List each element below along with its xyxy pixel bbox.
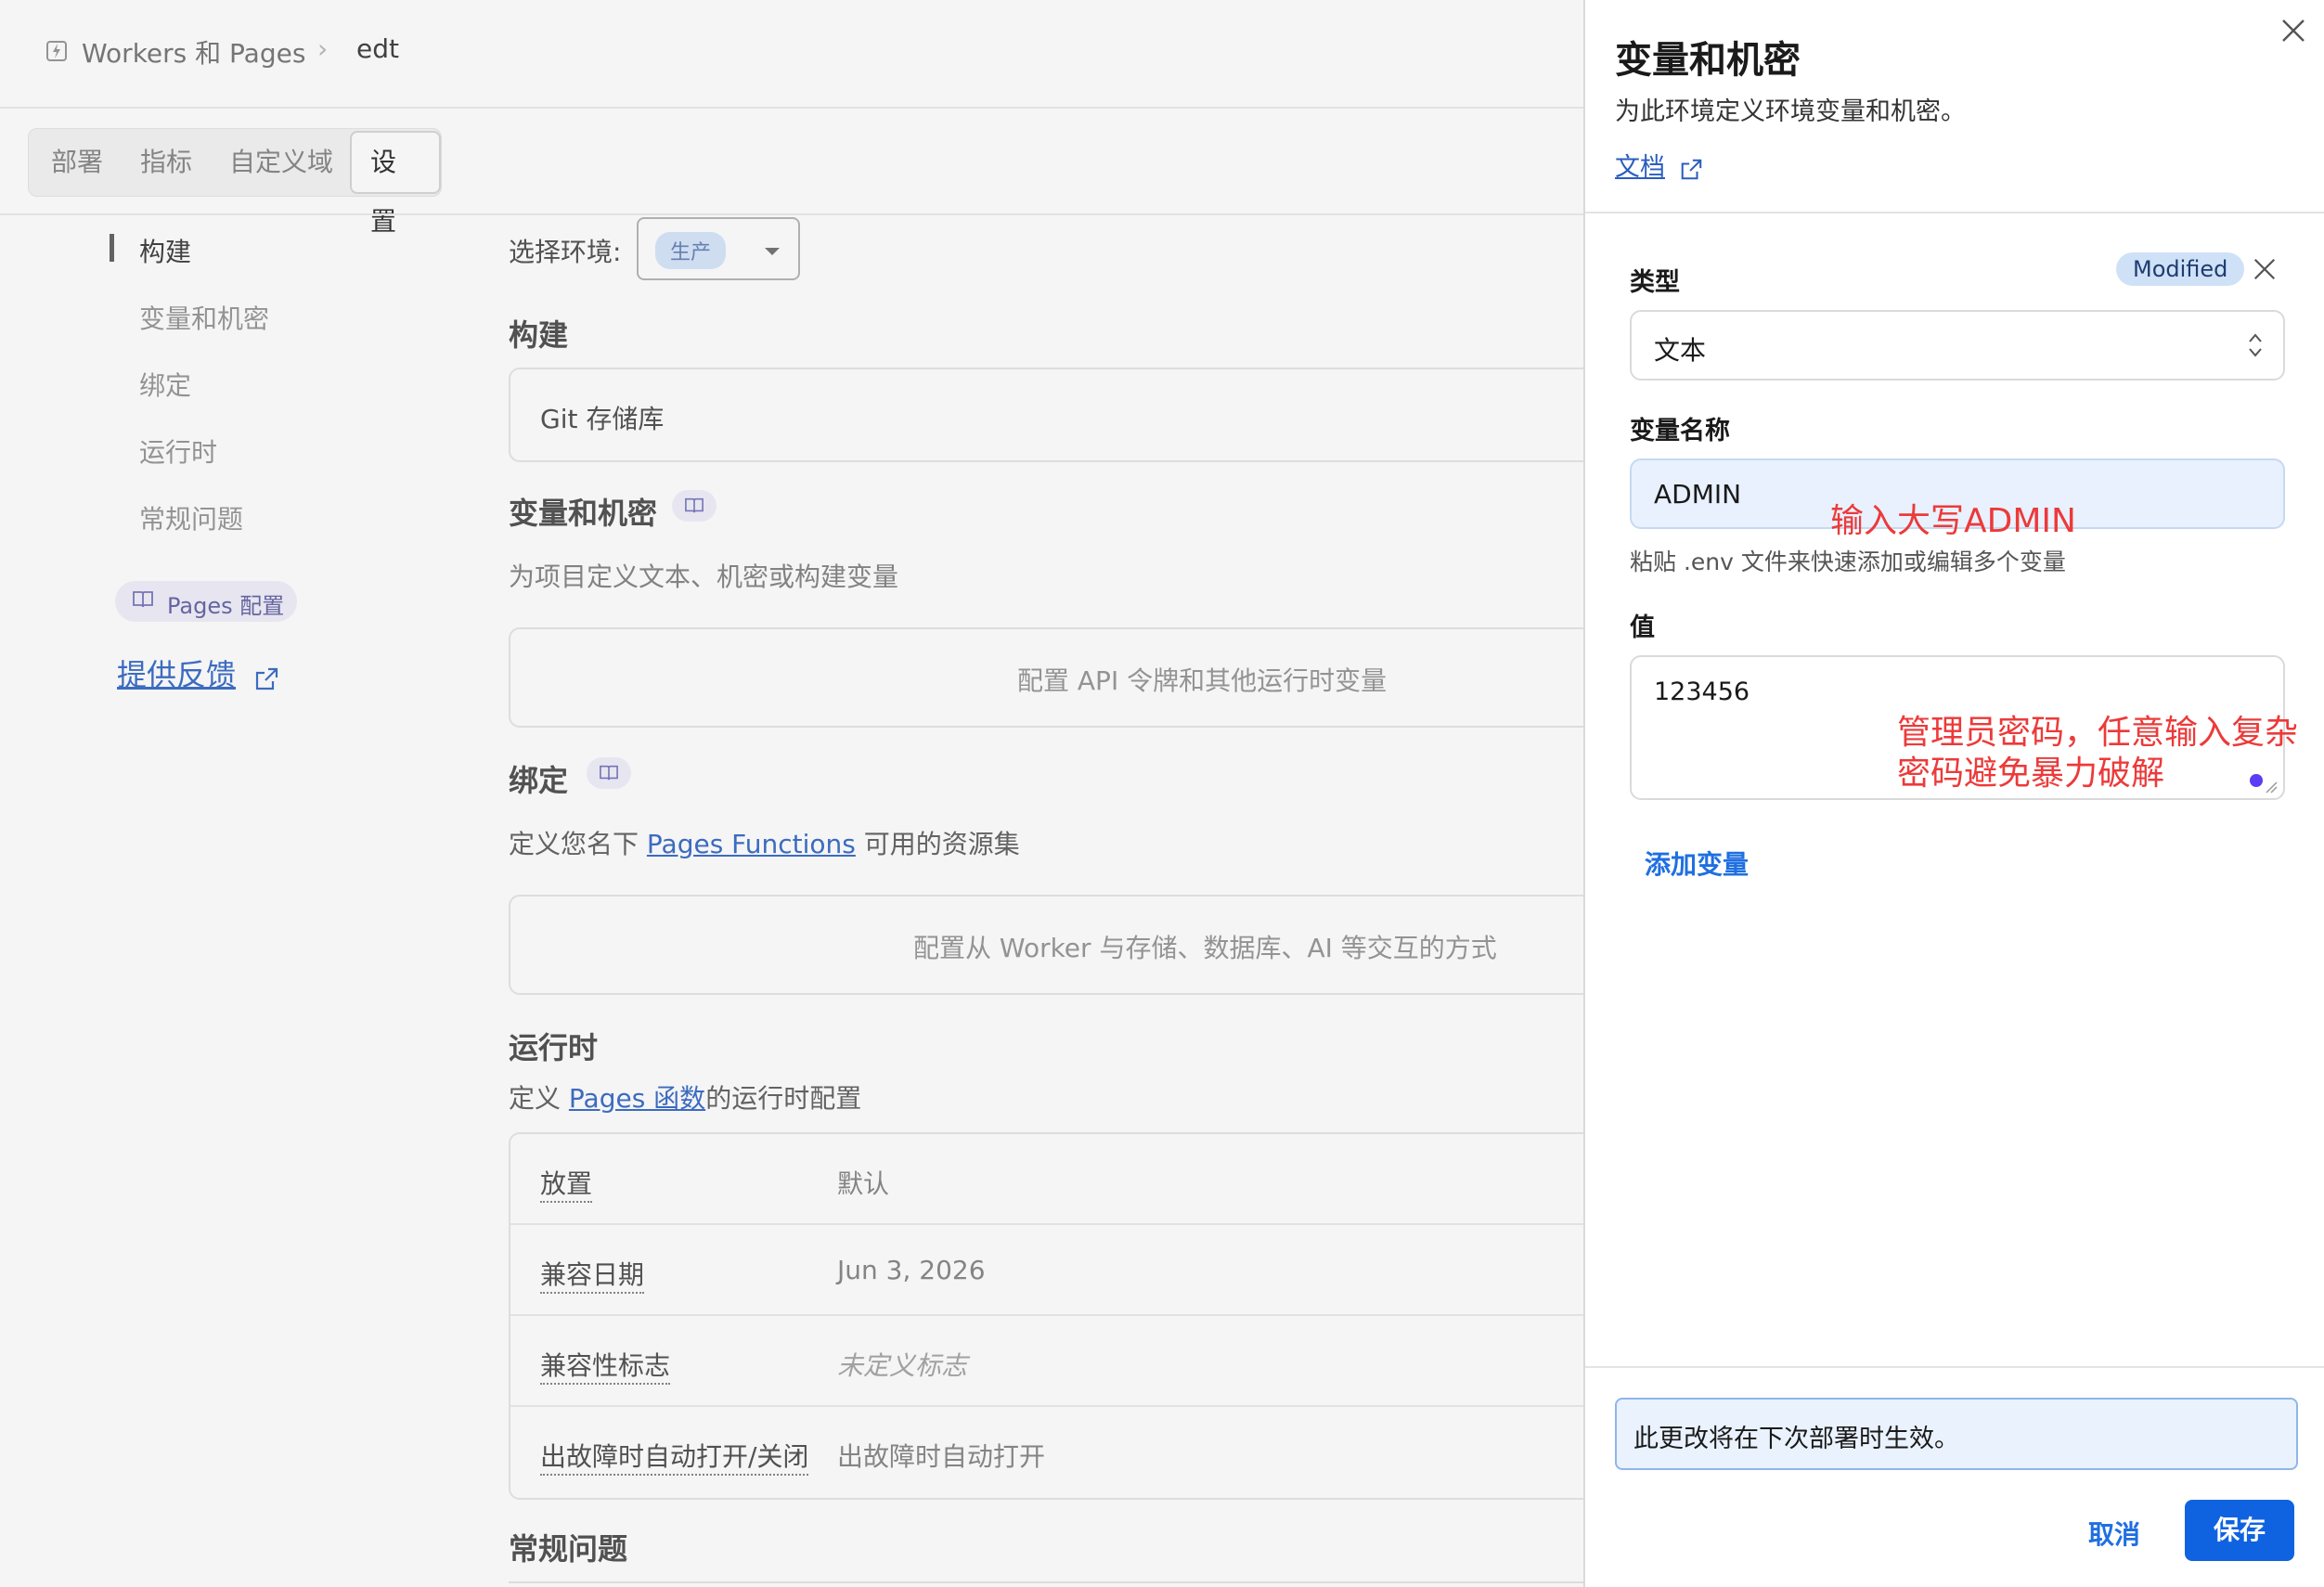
feedback-link[interactable]: 提供反馈 (117, 652, 279, 696)
deploy-info-banner: 此更改将在下次部署时生效。 (1615, 1398, 2298, 1470)
variable-name-label: 变量名称 (1630, 417, 1730, 445)
tab-custom-domains[interactable]: 自定义域 (229, 129, 333, 196)
drawer-header-divider (1585, 212, 2324, 213)
bindings-empty-card[interactable]: 配置从 Worker 与存储、数据库、AI 等交互的方式 (509, 895, 1583, 995)
vars-description: 为项目定义文本、机密或构建变量 (509, 561, 899, 592)
general-section-title: 常规问题 (509, 1531, 628, 1567)
tabs-divider (0, 213, 1583, 215)
breadcrumb-separator-icon: › (317, 33, 329, 64)
bindings-empty-text: 配置从 Worker 与存储、数据库、AI 等交互的方式 (913, 933, 1497, 963)
add-variable-button[interactable]: 添加变量 (1645, 845, 1749, 882)
tab-metrics[interactable]: 指标 (140, 129, 192, 196)
resize-handle-icon[interactable] (2265, 780, 2278, 797)
vars-empty-card[interactable]: 配置 API 令牌和其他运行时变量 (509, 627, 1583, 728)
nav-item-runtime[interactable]: 运行时 (139, 432, 217, 470)
build-section-title: 构建 (509, 317, 569, 353)
settings-page: Workers 和 Pages › edt 部署 指标 自定义域 设置 构建 变… (0, 0, 1583, 1587)
breadcrumb-app-link[interactable]: Workers 和 Pages (82, 33, 305, 71)
header-divider (0, 107, 1583, 109)
nav-item-vars-secrets[interactable]: 变量和机密 (139, 299, 269, 336)
runtime-desc-pre: 定义 (509, 1083, 569, 1114)
bindings-docs-icon[interactable] (587, 757, 631, 789)
pages-config-pill[interactable]: Pages 配置 (115, 581, 297, 622)
runtime-desc-post: 的运行时配置 (705, 1083, 862, 1114)
breadcrumb-project: edt (356, 33, 399, 64)
save-button[interactable]: 保存 (2185, 1500, 2294, 1561)
env-paste-hint: 粘贴 .env 文件来快速添加或编辑多个变量 (1630, 548, 2066, 575)
row-value: 未定义标志 (837, 1350, 968, 1381)
tab-deployments[interactable]: 部署 (51, 129, 103, 196)
drawer-subtitle: 为此环境定义环境变量和机密。 (1615, 97, 1966, 126)
table-row[interactable]: 出故障时自动打开/关闭 出故障时自动打开 (510, 1407, 1583, 1496)
git-repo-label: Git 存储库 (540, 404, 665, 434)
env-select-value: 生产 (655, 232, 727, 269)
row-value: 出故障时自动打开 (837, 1441, 1046, 1472)
workers-logo-icon (45, 39, 69, 63)
bindings-description: 定义您名下 Pages Functions 可用的资源集 (509, 824, 1020, 861)
runtime-section-title: 运行时 (509, 1030, 599, 1065)
remove-variable-close-icon[interactable] (2252, 256, 2278, 286)
value-annotation-line2: 密码避免暴力破解 (1897, 755, 2165, 793)
nav-item-bindings[interactable]: 绑定 (139, 366, 191, 403)
runtime-description: 定义 Pages 函数的运行时配置 (509, 1078, 861, 1116)
tab-settings[interactable]: 设置 (350, 131, 441, 237)
chevron-down-icon (763, 243, 781, 261)
bindings-desc-pre: 定义您名下 (509, 829, 647, 859)
runtime-table: 放置 默认 兼容日期 Jun 3, 2026 兼容性标志 未定义标志 出故障时自… (509, 1132, 1583, 1500)
row-value: Jun 3, 2026 (837, 1255, 986, 1285)
nav-item-general[interactable]: 常规问题 (139, 499, 243, 536)
vars-section-title: 变量和机密 (509, 496, 658, 531)
nav-item-build[interactable]: 构建 (139, 232, 191, 269)
variable-name-value: ADMIN (1654, 479, 1742, 510)
bindings-desc-post: 可用的资源集 (855, 829, 1020, 859)
env-select-label: 选择环境: (509, 237, 622, 267)
row-label: 兼容日期 (540, 1255, 645, 1294)
cancel-button[interactable]: 取消 (2088, 1515, 2140, 1552)
type-select[interactable]: 文本 (1630, 310, 2285, 381)
tab-bar: 部署 指标 自定义域 设置 (28, 128, 442, 237)
env-select[interactable]: 生产 (637, 217, 800, 280)
password-manager-dot-icon (2250, 774, 2263, 787)
drawer-footer-divider (1585, 1366, 2324, 1368)
deploy-info-text: 此更改将在下次部署时生效。 (1633, 1425, 1959, 1453)
external-link-icon (253, 666, 279, 696)
table-row[interactable]: 兼容性标志 未定义标志 (510, 1316, 1583, 1405)
pages-functions-cn-link[interactable]: Pages 函数 (569, 1083, 705, 1114)
value-label: 值 (1630, 613, 1655, 642)
docs-link-label: 文档 (1615, 153, 1665, 182)
external-link-icon (1679, 158, 1703, 186)
pages-functions-link[interactable]: Pages Functions (647, 829, 856, 859)
nav-active-indicator (110, 234, 114, 262)
bindings-section-title: 绑定 (509, 763, 569, 798)
general-card-edge (509, 1581, 1583, 1587)
name-annotation: 输入大写ADMIN (1830, 502, 2076, 540)
chevron-up-down-icon (2246, 330, 2265, 364)
feedback-label: 提供反馈 (117, 657, 237, 692)
book-icon (132, 589, 154, 615)
modified-badge: Modified (2116, 252, 2245, 286)
close-icon[interactable] (2279, 17, 2307, 48)
type-select-value: 文本 (1654, 335, 1707, 366)
vars-secrets-drawer: 变量和机密 为此环境定义环境变量和机密。 文档 类型 Modified 文本 变… (1583, 0, 2324, 1587)
table-row[interactable]: 兼容日期 Jun 3, 2026 (510, 1225, 1583, 1314)
pages-config-label: Pages 配置 (167, 593, 285, 619)
row-label: 兼容性标志 (540, 1346, 671, 1385)
table-row[interactable]: 放置 默认 (510, 1134, 1583, 1223)
row-label: 出故障时自动打开/关闭 (540, 1437, 809, 1476)
value-text: 123456 (1654, 677, 1750, 706)
row-value: 默认 (837, 1168, 890, 1199)
git-repo-card[interactable]: Git 存储库 (509, 368, 1583, 462)
row-label: 放置 (540, 1164, 593, 1203)
drawer-title: 变量和机密 (1615, 39, 1801, 82)
vars-empty-text: 配置 API 令牌和其他运行时变量 (1017, 665, 1388, 696)
vars-docs-icon[interactable] (672, 490, 717, 522)
type-label: 类型 (1630, 268, 1680, 297)
docs-link[interactable]: 文档 (1615, 147, 1703, 186)
